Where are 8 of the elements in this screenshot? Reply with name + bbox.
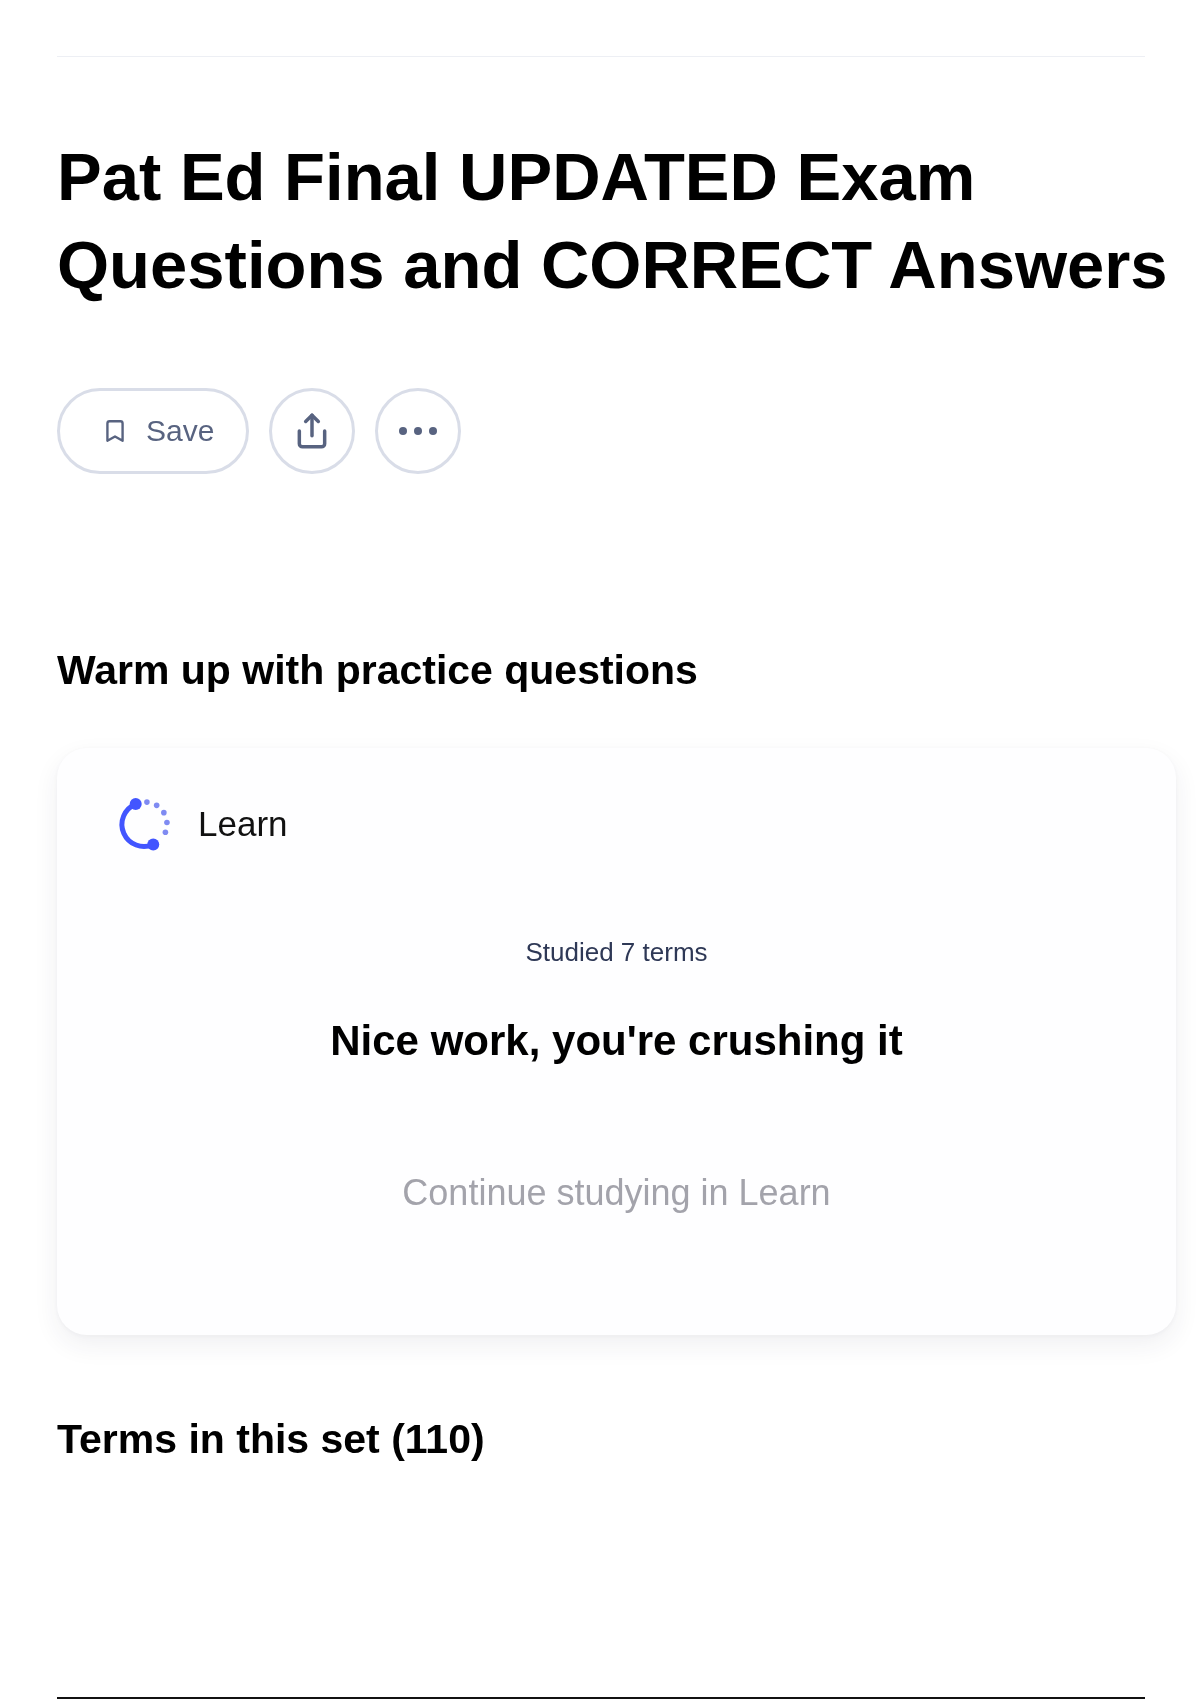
set-title: Pat Ed Final UPDATED Exam Questions and CORRECT Answers (57, 138, 1169, 304)
terms-heading: Terms in this set (110) (57, 1415, 485, 1463)
encouragement-message: Nice work, you're crushing it (330, 1017, 903, 1065)
practice-heading: Warm up with practice questions (57, 646, 698, 694)
save-button[interactable]: Save (57, 388, 250, 474)
progress-text: Studied 7 terms (525, 937, 708, 967)
more-icon (399, 427, 438, 435)
learn-label: Learn (198, 804, 288, 844)
